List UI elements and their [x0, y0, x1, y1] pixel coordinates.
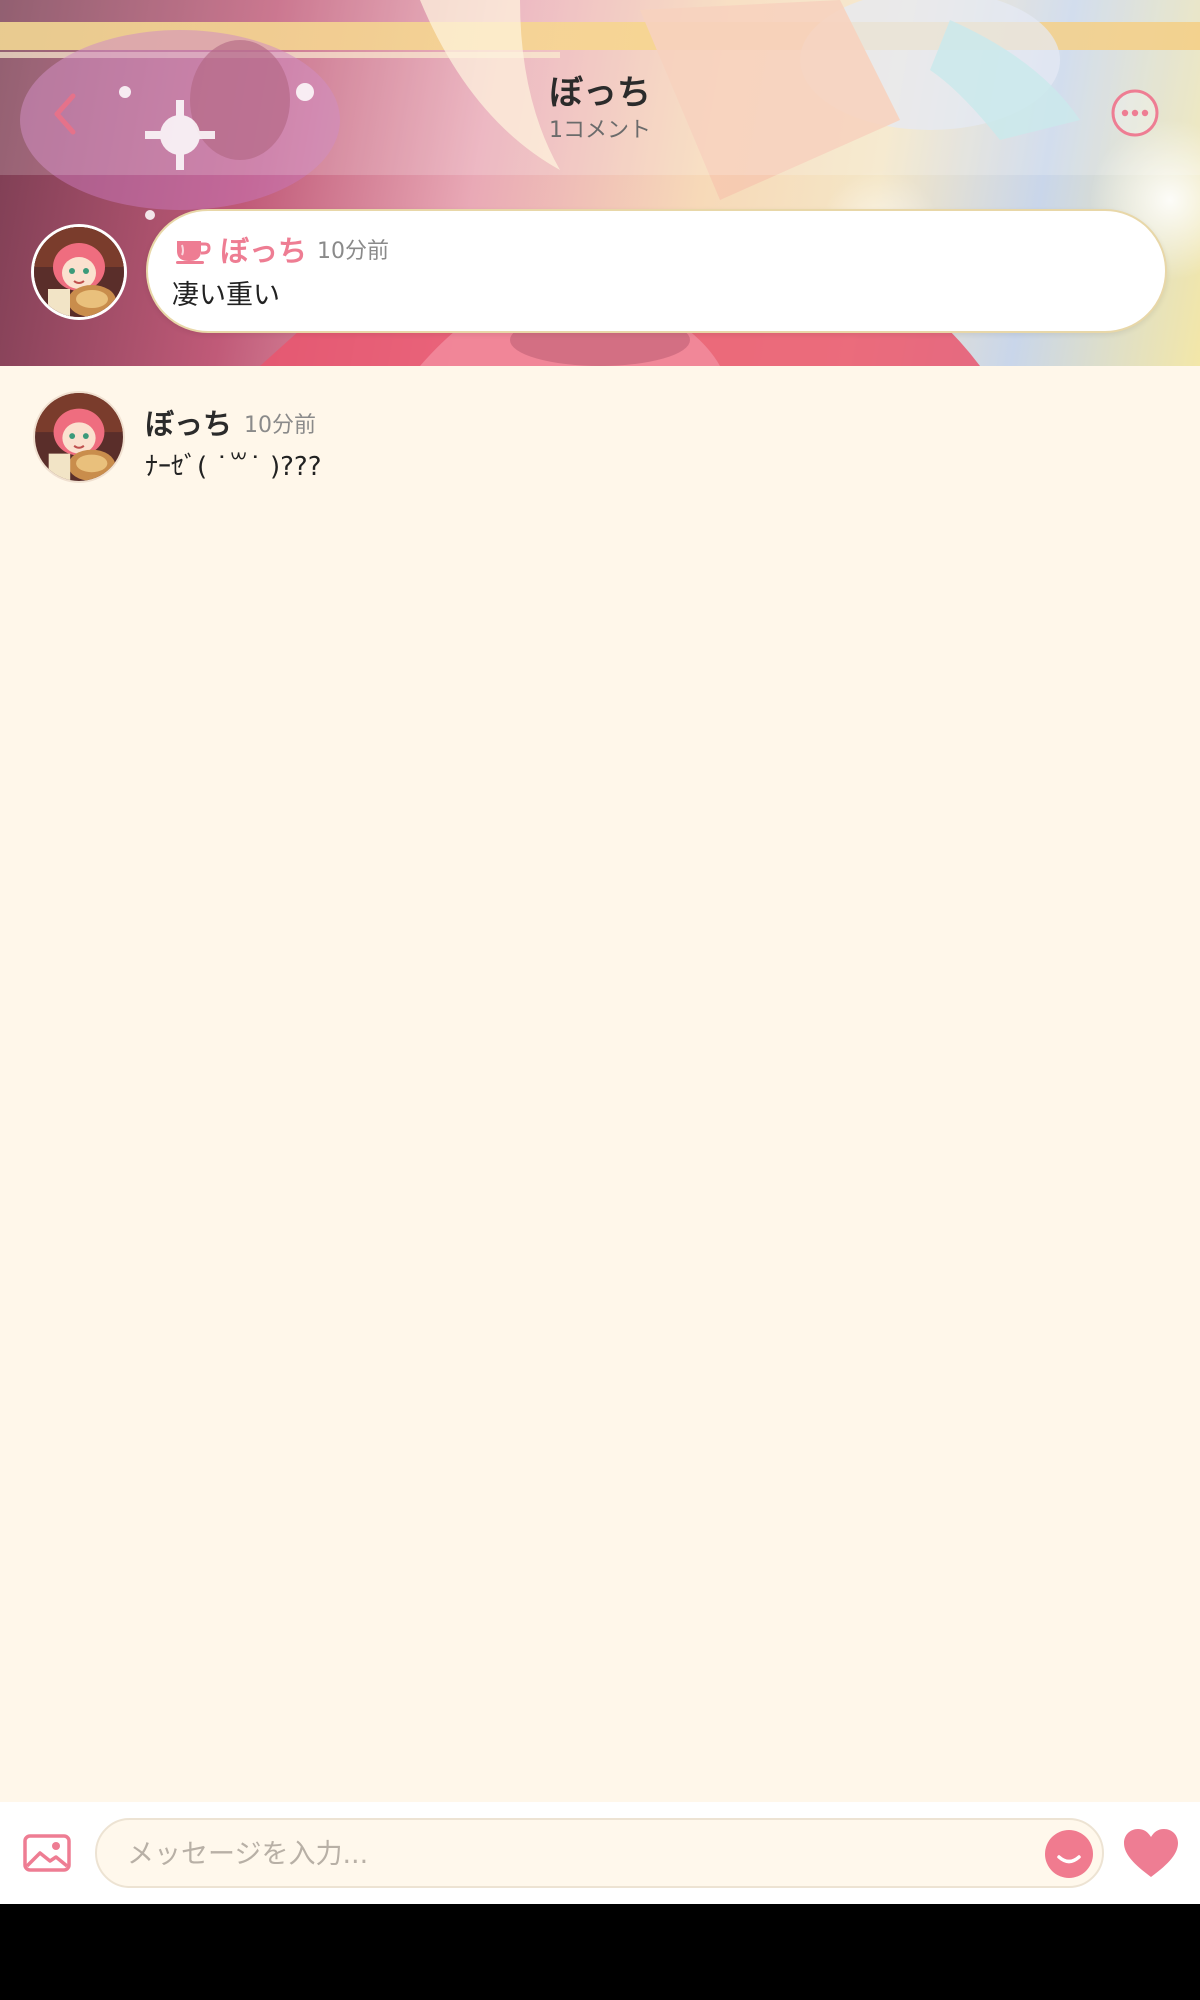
message-input[interactable]: [127, 1834, 1027, 1874]
comment-text: ﾅｰｾﾞ( ˙꒳​˙ )???: [145, 452, 322, 482]
pinned-comment-text: 凄い重い: [172, 280, 280, 311]
message-composer: [0, 1802, 1200, 1904]
emoji-button[interactable]: [1045, 1830, 1093, 1878]
like-button[interactable]: [1122, 1827, 1180, 1879]
heart-icon: [1124, 1829, 1178, 1877]
page-title: ぼっち: [549, 73, 651, 113]
image-icon: [23, 1834, 71, 1872]
header-title-block: ぼっち 1コメント: [400, 70, 800, 146]
comment-count: 1コメント: [549, 118, 651, 143]
pinned-timestamp: 10分前: [317, 239, 390, 264]
chevron-left-icon: [54, 93, 76, 135]
pinned-avatar[interactable]: [31, 224, 127, 320]
message-input-container: [95, 1818, 1104, 1888]
pinned-comment[interactable]: ぼっち 10分前 凄い重い: [146, 209, 1167, 333]
character-avatar: [35, 393, 123, 481]
more-horizontal-icon: [1111, 89, 1159, 137]
comment-item: ぼっち 10分前 ﾅｰｾﾞ( ˙꒳​˙ )???: [31, 391, 1161, 491]
avatar[interactable]: [33, 391, 125, 483]
header-banner: ぼっち 1コメント ぼっち 10分前 凄い重い: [0, 0, 1200, 366]
attach-image-button[interactable]: [22, 1831, 72, 1875]
app-screen: ぼっち 1コメント ぼっち 10分前 凄い重い ぼっち 10分前 ﾅｰｾﾞ(˙…: [0, 0, 1200, 1904]
emoji-icon: [1057, 1855, 1081, 1864]
comment-timestamp: 10分前: [244, 413, 316, 438]
pinned-comment-header: ぼっち 10分前: [174, 229, 389, 269]
pinned-author-name: ぼっち: [220, 234, 308, 268]
more-options-button[interactable]: [1110, 88, 1160, 138]
back-button[interactable]: [40, 82, 88, 146]
character-avatar: [34, 227, 124, 317]
comment-author-name[interactable]: ぼっち: [145, 401, 232, 443]
cup-icon: [176, 241, 211, 264]
